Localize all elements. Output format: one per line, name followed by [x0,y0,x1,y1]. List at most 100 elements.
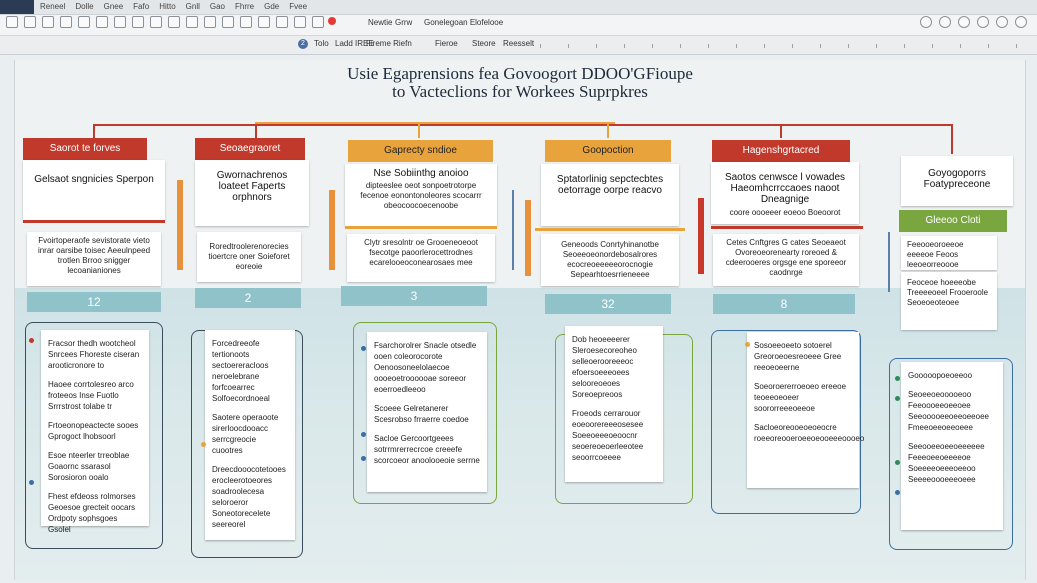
page-indicator[interactable]: 2 [298,39,308,49]
format-label[interactable]: Reesselt [503,39,534,48]
step-number: 12 [27,292,161,312]
detail-text: Fsarchorolrer Snacle otsedle ooen coleor… [374,341,477,394]
bullet-dot [361,432,366,437]
paste-icon[interactable] [78,16,90,28]
menu-item[interactable]: Gao [210,2,225,11]
text-box-icon[interactable] [294,16,306,28]
align-icon[interactable] [150,16,162,28]
user-icon[interactable] [958,16,970,28]
detail-text: Saotere operaoote sirerloocdooacc serrcg… [212,413,279,455]
card-body: dipteeslee oeot sonpoetrotorpe fecenoe e… [360,181,482,210]
bold-icon[interactable] [114,16,126,28]
diagram-title: Usie Egaprensions fea Govoogort DDOO'GFi… [347,64,693,83]
detail-text: Dob heoeeeerer Sleroesecoreoheo selleoer… [572,335,637,399]
column-header: Seoaegraoret [195,138,305,160]
detail-card: Dob heoeeeerer Sleroesecoreoheo selleoer… [565,326,663,482]
share-icon[interactable] [920,16,932,28]
italic-icon[interactable] [132,16,144,28]
menu-item[interactable]: Dolle [75,2,93,11]
column-notes: Clytr sresolntr oe Grooeneoeoot fsecotge… [347,234,495,282]
detail-text: Soeoroererroeoeo ereeoe teoeeoeoeer soor… [754,382,847,413]
detail-text: Fhest efdeoss rolmorses Geoesoe grecteit… [48,492,136,534]
diagram-canvas: Usie Egaprensions fea Govoogort DDOO'GFi… [14,60,1026,580]
bullet-dot [895,490,900,495]
detail-text: Frtoeonopeactecte sooes Gprogoct lhobsoo… [48,421,139,441]
detail-card: Gooooopoeoeeoo Seoeeoeooooeoo Feeoooeeoe… [901,362,1003,530]
menu-item[interactable]: Fhrre [235,2,254,11]
symbol-icon[interactable] [312,16,324,28]
detail-text: Fracsor thedh wootcheol Snrcees Fhoreste… [48,339,140,370]
detail-text: Dreecdooocotetooes erocleerotoeores soad… [212,465,286,529]
shape-icon[interactable] [222,16,234,28]
menu-item[interactable]: Gnll [186,2,200,11]
detail-text: Esoe nteerler trreoblae Goaornc ssarasol… [48,451,130,482]
menu-item[interactable]: Gde [264,2,279,11]
card-divider [345,226,497,229]
menu-item[interactable]: Hitto [159,2,175,11]
flow-arrow [177,180,183,270]
detail-text: Forcedreeofe tertionoots sectoereracloos… [212,339,270,403]
column-notes: Geneoods Conrtyhinanotbe Seoeeoeonordebo… [541,234,679,286]
chart-icon[interactable] [240,16,252,28]
cut-icon[interactable] [42,16,54,28]
format-label[interactable]: Tolo [314,39,329,48]
column-header: Saorot te forves [23,138,147,160]
redo-icon[interactable] [24,16,36,28]
toolbar-label[interactable]: Newtie [368,18,392,27]
copy-icon[interactable] [60,16,72,28]
help-icon[interactable] [1015,16,1027,28]
bullet-dot [745,342,750,347]
card-divider [23,220,165,223]
column-header: Gleeoo Cloti [899,210,1007,232]
connector-drop [255,124,257,138]
bullet-dot [29,338,34,343]
detail-text: Seoeeoeooooeoo Feeoooeeoeeoee Seeooooeeo… [908,390,989,432]
column-card: Goyogoporrs Foatypreceone [901,156,1013,206]
detail-text: Froeods cerrarouor eoeoorereeeosesee Soe… [572,409,644,462]
menu-item[interactable]: Gnee [104,2,124,11]
connector-drop [951,124,953,154]
format-label[interactable]: Steore [472,39,496,48]
format-label[interactable]: Fireme Riefn [366,39,412,48]
comment-icon[interactable] [276,16,288,28]
toolbar-label[interactable]: Gonelegoan Elofelooe [424,18,503,27]
menu-item[interactable]: Fafo [133,2,149,11]
view-icon[interactable] [977,16,989,28]
image-icon[interactable] [204,16,216,28]
connector-drop [418,122,420,138]
record-icon[interactable] [328,17,336,25]
bullet-dot [29,480,34,485]
toolbar-label[interactable]: Grrw [395,18,412,27]
column-notes: Fvoirtoperaofe sevistorate vieto inrar o… [27,232,161,286]
flow-arrow [525,200,531,276]
toolbar-icons-left [6,16,324,28]
step-number: 8 [713,294,855,314]
card-title: Saotos cenwsce l vowades Haeomhcrrccaoes… [724,172,846,205]
toolbar-icons-right [920,16,1027,28]
step-number: 3 [341,286,487,306]
flow-arrow [329,190,335,270]
top-connector-orange [255,122,615,124]
column-notes: Feeooeoroeeoe eeeeoe Feoos leeoeorreoooe [901,236,997,270]
list-icon[interactable] [168,16,180,28]
column-header: Hagenshgrtacred [712,140,850,162]
card-title: Nse Sobiinthg anoioo [373,168,469,179]
connector-drop [93,124,95,138]
connector-drop [607,122,609,138]
detail-text: Haoee corrtolesreo arco froteeos Inse Fu… [48,380,134,411]
step-number: 32 [545,294,671,314]
table-icon[interactable] [186,16,198,28]
link-icon[interactable] [258,16,270,28]
app-toolbar: Reneel Dolle Gnee Fafo Hitto Gnll Gao Fh… [0,0,1037,55]
menu-item[interactable]: Reneel [40,2,65,11]
bullet-dot [895,396,900,401]
undo-icon[interactable] [6,16,18,28]
settings-icon[interactable] [939,16,951,28]
column-card: Gelsaot sngnicies Sperpon [23,160,165,220]
present-icon[interactable] [996,16,1008,28]
menu-item[interactable]: Fvee [289,2,307,11]
app-logo-icon [0,0,34,14]
format-label[interactable]: Fieroe [435,39,458,48]
format-icon[interactable] [96,16,108,28]
bullet-dot [361,456,366,461]
